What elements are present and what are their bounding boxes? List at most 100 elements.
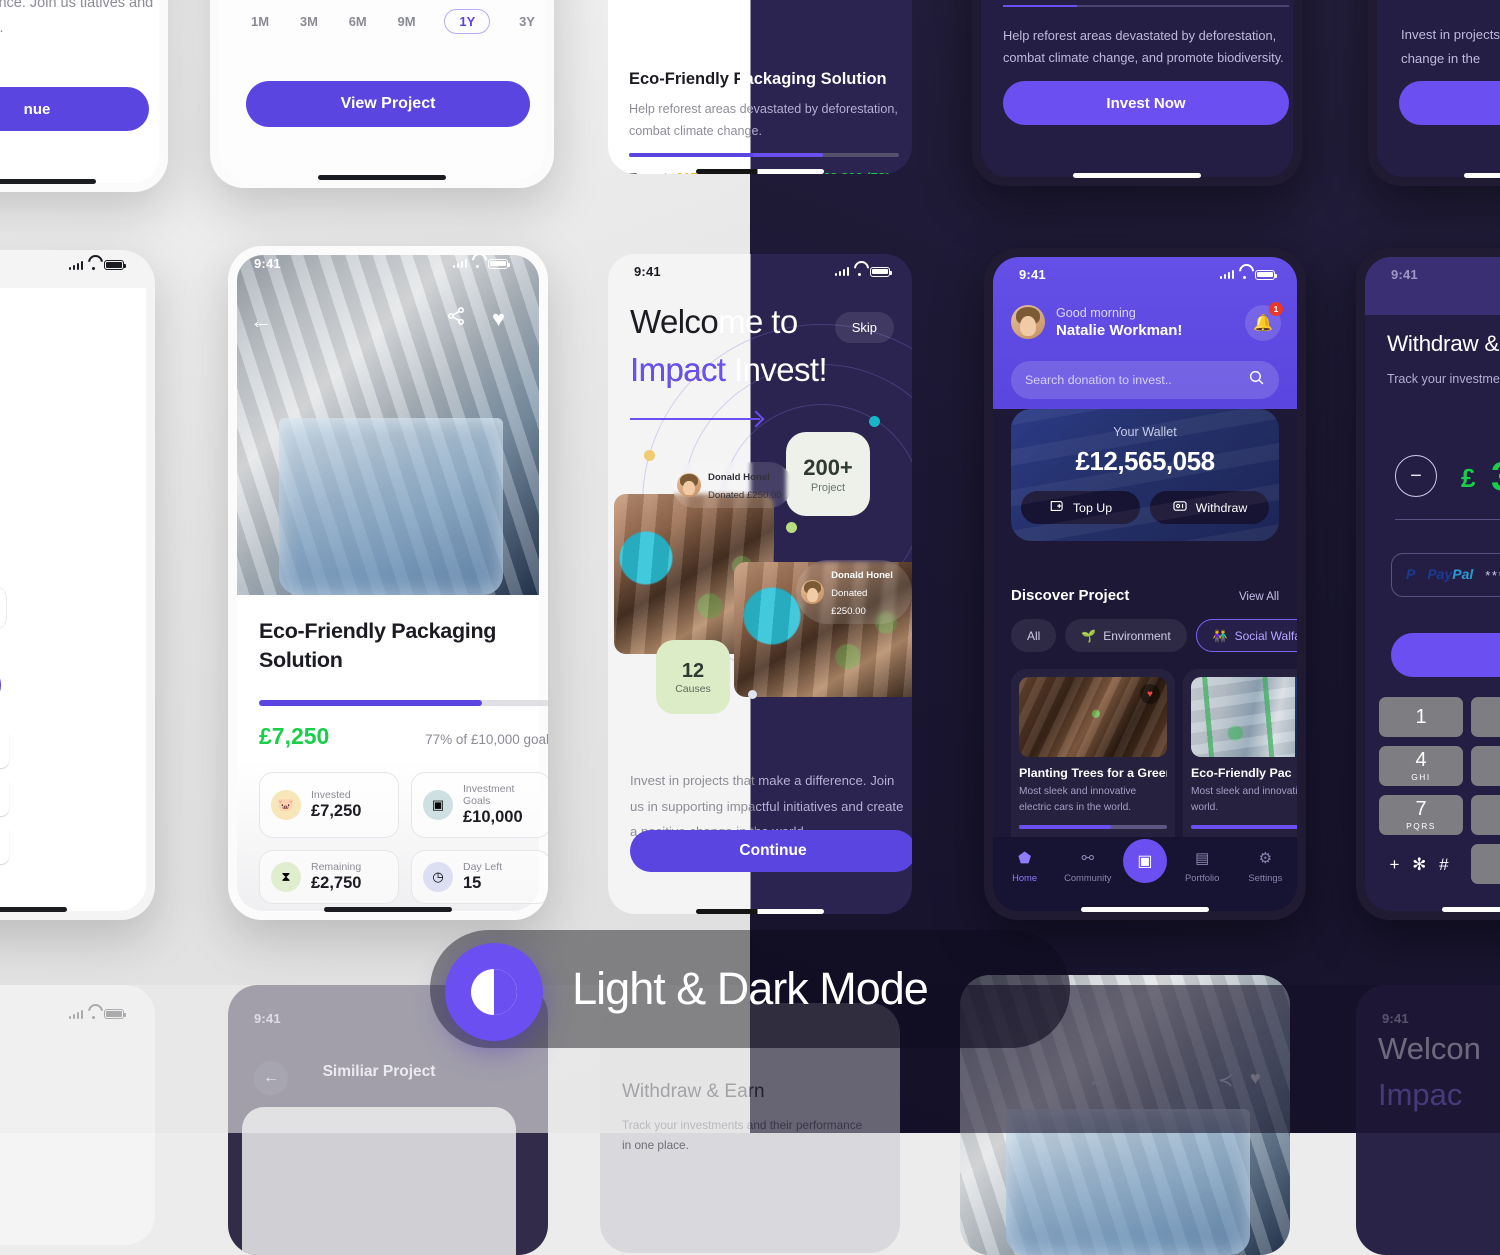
- search-bar[interactable]: [1011, 361, 1279, 399]
- view-all-link[interactable]: View All: [1239, 591, 1279, 603]
- user-avatar: [801, 580, 825, 604]
- chip-label: Social Walfare: [1234, 628, 1297, 643]
- heart-icon[interactable]: ♥: [492, 306, 505, 332]
- battery-icon: [870, 266, 893, 277]
- range-1m[interactable]: 1M: [249, 10, 271, 33]
- phone-welcome-onboarding: 9:41 Welcome to Impact Invest! Skip Dona…: [600, 246, 920, 922]
- key-5[interactable]: [1471, 746, 1500, 786]
- range-9m[interactable]: 9M: [396, 10, 418, 33]
- invest-button[interactable]: In: [1391, 633, 1500, 677]
- user-avatar[interactable]: [1011, 305, 1045, 339]
- project-card[interactable]: ♥ Planting Trees for a Green… Most sleek…: [1011, 669, 1175, 860]
- status-time: 9:41: [254, 1011, 281, 1026]
- card-body: Invest in projects that in supporting im…: [1377, 0, 1500, 177]
- backspace-icon[interactable]: ⌫: [0, 872, 9, 912]
- funding-progress-bar: [1019, 824, 1167, 829]
- time-range-selector[interactable]: 1M 3M 6M 9M 1Y 3Y: [249, 9, 537, 34]
- arrow-left-icon[interactable]: ←: [1088, 1070, 1106, 1091]
- brand-part-1: Pay: [1427, 566, 1453, 582]
- arrow-left-icon[interactable]: ←: [250, 308, 272, 334]
- range-3m[interactable]: 3M: [298, 10, 320, 33]
- cellular-bars-icon: [68, 1009, 83, 1019]
- content-sheet: [242, 1107, 516, 1255]
- continue-button[interactable]: Continue: [630, 830, 912, 872]
- funding-progress-bar: [629, 153, 899, 157]
- key-letters: GHI: [1411, 772, 1431, 782]
- tab-home[interactable]: ⬟ Home: [997, 849, 1053, 883]
- card-onboarding-clip: ke a difference. Join us tiatives and cr…: [0, 0, 168, 192]
- tab-portfolio[interactable]: ▤ Portfolio: [1174, 849, 1230, 883]
- page-title: Welcome to Impact Invest!: [630, 298, 827, 393]
- filter-all[interactable]: All: [1011, 619, 1057, 652]
- currency-symbol: £: [1461, 463, 1476, 493]
- tab-community[interactable]: ⚯ Community: [1060, 849, 1116, 883]
- share-icon[interactable]: [446, 306, 466, 331]
- status-time: 9:41: [634, 264, 661, 279]
- detail-body: Eco-Friendly Packaging Solution £7,250 7…: [237, 595, 548, 911]
- numeric-keypad[interactable]: 1 4 GHI 7 PQRS + ✻ #: [1379, 697, 1500, 884]
- view-project-button[interactable]: View Project: [246, 81, 530, 127]
- phone-withdraw-earn: 9:41 Withdraw & Ea Track your investment…: [1356, 248, 1500, 920]
- status-bar: 9:41: [228, 246, 530, 271]
- card-mask: **** ***: [1485, 567, 1500, 583]
- key-9[interactable]: 9WXYZ: [0, 824, 9, 864]
- withdraw-paragraph: Track your investments and their perform…: [622, 1118, 863, 1153]
- wallet-label: Your Wallet: [1113, 425, 1177, 439]
- contrast-toggle-icon[interactable]: [445, 943, 543, 1041]
- tab-label: Home: [1012, 872, 1038, 883]
- numeric-keypad[interactable]: 2BC 3DEF 5KL 6MNO 8UV 9WXYZ 0 ⌫: [0, 728, 15, 912]
- key-6[interactable]: 6MNO: [0, 776, 9, 816]
- tab-settings[interactable]: ⚙ Settings: [1237, 849, 1293, 883]
- status-time: 9:41: [254, 256, 281, 271]
- search-input[interactable]: [1025, 373, 1248, 387]
- key-0[interactable]: [1471, 844, 1500, 884]
- stat-value: £10,000: [463, 807, 523, 826]
- range-1y[interactable]: 1Y: [444, 9, 491, 34]
- withdraw-button[interactable]: Withdraw: [1150, 491, 1269, 524]
- key-8[interactable]: [1471, 795, 1500, 835]
- range-3y[interactable]: 3Y: [517, 10, 537, 33]
- invest-now-button[interactable]: Invest Now: [1003, 81, 1289, 125]
- range-6m[interactable]: 6M: [347, 10, 369, 33]
- invest-now-button[interactable]: t Now: [0, 663, 1, 707]
- minus-circle-icon[interactable]: −: [1395, 455, 1437, 497]
- payment-card-row[interactable]: ** 3747 £7,124 ⌄: [0, 586, 7, 630]
- donor-name: Donald Honel: [831, 570, 893, 581]
- stat-label: Investment Goals: [463, 782, 515, 807]
- home-indicator: [1442, 907, 1500, 912]
- continue-button[interactable]: nue: [0, 87, 149, 131]
- onboarding-paragraph: ke a difference. Join us tiatives and cr…: [0, 0, 154, 36]
- bell-icon[interactable]: 🔔 1: [1245, 302, 1283, 341]
- skip-button[interactable]: Skip: [834, 312, 894, 343]
- cellular-bars-icon: [68, 260, 83, 270]
- page-title: Welcon Impac: [1378, 1031, 1481, 1113]
- scan-camera-icon[interactable]: ▣: [1122, 839, 1167, 883]
- page-title: Withdraw & Ea: [1387, 331, 1500, 356]
- filter-environment[interactable]: 🌱 Environment: [1065, 619, 1187, 652]
- people-icon: 👫: [1212, 628, 1228, 643]
- key-4[interactable]: 4 GHI: [1379, 746, 1463, 786]
- heart-icon[interactable]: ♥: [1140, 684, 1160, 704]
- payment-method-row[interactable]: P PayPal **** ***: [1391, 553, 1500, 597]
- bottom-tab-bar: ⬟ Home ⚯ Community ▣ ▤ Portfolio ⚙ Settings: [993, 837, 1297, 911]
- top-up-button[interactable]: Top Up: [1021, 491, 1140, 524]
- key-3[interactable]: 3DEF: [0, 728, 9, 768]
- tab-label: Portfolio: [1184, 872, 1220, 883]
- search-icon[interactable]: [1248, 369, 1265, 391]
- key-7[interactable]: 7 PQRS: [1379, 795, 1463, 835]
- page-title: Similiar Project: [322, 1063, 436, 1080]
- portfolio-icon: ▤: [1195, 850, 1210, 867]
- key-2[interactable]: [1471, 697, 1500, 737]
- key-symbols[interactable]: + ✻ #: [1379, 844, 1463, 884]
- filter-social-walfare[interactable]: 👫 Social Walfare: [1195, 619, 1297, 652]
- brand-part-2: Pal: [1452, 566, 1474, 582]
- tab-label: Settings: [1248, 872, 1283, 883]
- chip-label: All: [1027, 628, 1041, 643]
- project-description: Help reforest areas devastated by defore…: [1003, 28, 1284, 66]
- share-icon[interactable]: ≺: [1218, 1070, 1233, 1091]
- phone-welcome-dark-bottom: 9:41 Welcon Impac: [1356, 985, 1500, 1255]
- heart-icon[interactable]: ♥: [1250, 1068, 1261, 1089]
- project-card[interactable]: Eco-Friendly Pac Most sleek and innovati…: [1183, 669, 1297, 860]
- continue-button[interactable]: Co: [1399, 81, 1500, 125]
- key-1[interactable]: 1: [1379, 697, 1463, 737]
